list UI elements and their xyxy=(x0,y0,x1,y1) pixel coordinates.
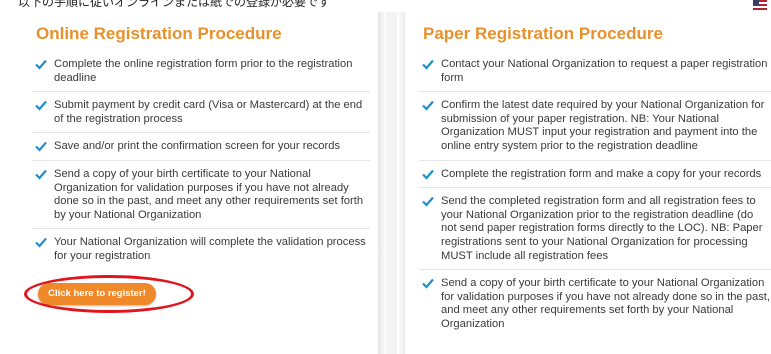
list-item: Send the completed registration form and… xyxy=(419,195,771,271)
list-item-text: Complete the online registration form pr… xyxy=(54,58,353,84)
us-flag-icon[interactable] xyxy=(753,0,767,10)
check-icon xyxy=(35,238,47,248)
list-item-text: Confirm the latest date required by your… xyxy=(441,99,765,152)
check-icon xyxy=(422,100,434,111)
list-item: Complete the online registration form pr… xyxy=(32,58,370,93)
list-item-text: Send a copy of your birth certificate to… xyxy=(441,277,770,330)
check-icon xyxy=(422,59,434,70)
list-item: Save and/or print the confirmation scree… xyxy=(32,140,370,161)
online-registration-panel: Online Registration Procedure Complete t… xyxy=(18,12,378,354)
panel-shadow xyxy=(397,12,405,354)
check-icon xyxy=(422,278,434,289)
list-item-text: Send a copy of your birth certificate to… xyxy=(54,167,364,221)
paper-registration-panel: Paper Registration Procedure Contact you… xyxy=(405,12,771,354)
list-item-text: Complete the registration form and make … xyxy=(441,167,762,180)
top-strip: 以下の手順に従いオンラインまたは紙での登録が必要です xyxy=(0,0,771,12)
register-button[interactable]: Click here to register! xyxy=(38,283,156,305)
list-item-text: Contact your National Organization to re… xyxy=(441,58,768,84)
list-item: Complete the registration form and make … xyxy=(419,168,771,189)
check-icon xyxy=(422,196,434,207)
list-item: Send a copy of your birth certificate to… xyxy=(32,167,370,230)
list-item-text: Your National Organization will complete… xyxy=(54,236,366,262)
check-icon xyxy=(35,100,47,111)
check-icon xyxy=(422,169,434,180)
panel-gap xyxy=(386,12,397,354)
list-item: Your National Organization will complete… xyxy=(32,236,370,269)
panel-shadow xyxy=(378,12,386,354)
list-item: Confirm the latest date required by your… xyxy=(419,99,771,161)
check-icon xyxy=(35,142,47,152)
list-item: Contact your National Organization to re… xyxy=(419,58,771,93)
online-steps-list: Complete the online registration form pr… xyxy=(32,58,370,277)
list-item-text: Send the completed registration form and… xyxy=(441,195,763,262)
online-registration-title: Online Registration Procedure xyxy=(36,24,282,43)
list-item-text: Submit payment by credit card (Visa or M… xyxy=(54,99,363,125)
list-item-text: Save and/or print the confirmation scree… xyxy=(54,140,341,153)
paper-registration-title: Paper Registration Procedure xyxy=(423,24,663,43)
check-icon xyxy=(35,169,47,180)
list-item: Submit payment by credit card (Visa or M… xyxy=(32,99,370,134)
list-item: Send a copy of your birth certificate to… xyxy=(419,277,771,337)
check-icon xyxy=(35,59,47,70)
paper-steps-list: Contact your National Organization to re… xyxy=(419,58,771,345)
top-text: 以下の手順に従いオンラインまたは紙での登録が必要です xyxy=(18,0,331,9)
